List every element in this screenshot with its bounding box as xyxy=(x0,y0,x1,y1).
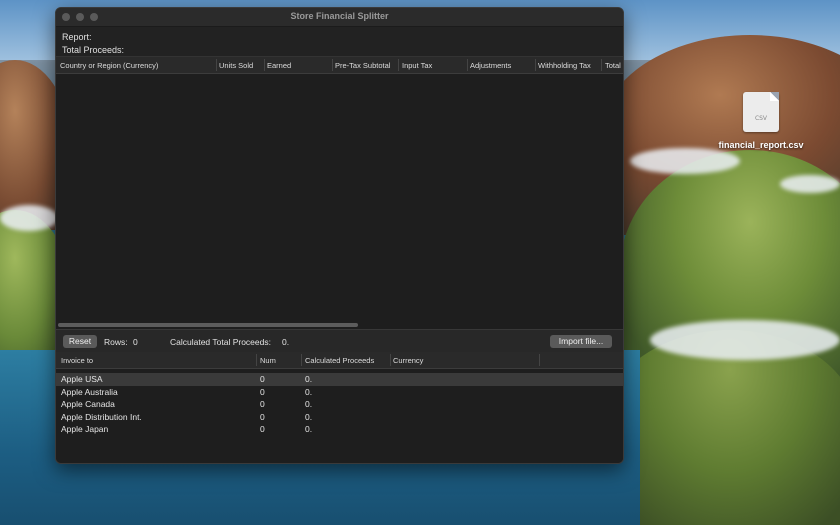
report-label: Report: xyxy=(62,32,92,42)
column-divider[interactable] xyxy=(601,59,602,71)
wallpaper-cloud xyxy=(650,320,840,360)
wallpaper-cloud xyxy=(0,205,58,231)
column-divider[interactable] xyxy=(390,354,391,366)
proceeds-cell: 0. xyxy=(305,424,313,434)
proceeds-cell: 0. xyxy=(305,411,313,422)
column-header-withholding-tax[interactable]: Withholding Tax xyxy=(538,61,591,70)
invoice-row[interactable]: Apple Distribution Int. 0 0. xyxy=(56,411,623,424)
window-title: Store Financial Splitter xyxy=(290,11,389,21)
column-header-num[interactable]: Num xyxy=(260,356,276,365)
invoice-table[interactable]: Invoice to Num Calculated Proceeds Curre… xyxy=(56,352,623,463)
proceeds-cell: 0. xyxy=(305,386,313,397)
import-file-button[interactable]: Import file... xyxy=(550,335,612,348)
rows-count: 0 xyxy=(133,337,138,347)
column-header-adjustments[interactable]: Adjustments xyxy=(470,61,511,70)
csv-file-icon: CSV xyxy=(743,92,779,132)
column-header-invoice-to[interactable]: Invoice to xyxy=(61,356,93,365)
column-divider[interactable] xyxy=(216,59,217,71)
desktop-file-name: financial_report.csv xyxy=(718,140,804,150)
num-cell: 0 xyxy=(260,386,265,397)
column-header-country[interactable]: Country or Region (Currency) xyxy=(60,61,158,70)
column-header-calculated-proceeds[interactable]: Calculated Proceeds xyxy=(305,356,374,365)
column-divider[interactable] xyxy=(467,59,468,71)
calculated-total-label: Calculated Total Proceeds: xyxy=(170,337,271,347)
desktop-file-financial-report[interactable]: CSV financial_report.csv xyxy=(718,90,804,150)
wallpaper-cloud xyxy=(780,175,840,193)
num-cell: 0 xyxy=(260,374,265,384)
horizontal-scrollbar[interactable] xyxy=(58,323,358,327)
column-divider[interactable] xyxy=(332,59,333,71)
invoice-row[interactable]: Apple Australia 0 0. xyxy=(56,386,623,399)
window-titlebar[interactable]: Store Financial Splitter xyxy=(56,8,623,27)
num-cell: 0 xyxy=(260,424,265,434)
column-divider[interactable] xyxy=(256,354,257,366)
invoice-table-header: Invoice to Num Calculated Proceeds Curre… xyxy=(56,352,623,369)
column-divider[interactable] xyxy=(301,354,302,366)
proceeds-cell: 0. xyxy=(305,374,313,384)
num-cell: 0 xyxy=(260,411,265,422)
invoice-row[interactable]: Apple Canada 0 0. xyxy=(56,398,623,411)
column-divider[interactable] xyxy=(535,59,536,71)
column-header-currency[interactable]: Currency xyxy=(393,356,423,365)
column-header-units-sold[interactable]: Units Sold xyxy=(219,61,253,70)
calculated-total-value: 0. xyxy=(282,337,290,347)
num-cell: 0 xyxy=(260,399,265,409)
report-table-header: Country or Region (Currency) Units Sold … xyxy=(56,57,623,74)
column-divider[interactable] xyxy=(398,59,399,71)
column-header-total[interactable]: Total xyxy=(605,61,621,70)
column-divider[interactable] xyxy=(539,354,540,366)
rows-label: Rows: xyxy=(104,337,128,347)
wallpaper-cloud xyxy=(630,148,740,174)
invoice-to-cell: Apple Australia xyxy=(61,386,118,397)
column-header-input-tax[interactable]: Input Tax xyxy=(402,61,432,70)
proceeds-cell: 0. xyxy=(305,399,313,409)
invoice-to-cell: Apple USA xyxy=(61,374,103,384)
invoice-to-cell: Apple Canada xyxy=(61,399,115,409)
invoice-to-cell: Apple Distribution Int. xyxy=(61,411,142,422)
column-header-pre-tax-subtotal[interactable]: Pre-Tax Subtotal xyxy=(335,61,390,70)
column-divider[interactable] xyxy=(264,59,265,71)
invoice-to-cell: Apple Japan xyxy=(61,424,109,434)
column-header-earned[interactable]: Earned xyxy=(267,61,291,70)
reset-button[interactable]: Reset xyxy=(63,335,97,348)
file-icon-text: CSV xyxy=(754,115,768,122)
app-window: Store Financial Splitter Report: Total P… xyxy=(55,7,624,464)
report-table[interactable]: Country or Region (Currency) Units Sold … xyxy=(56,56,623,330)
invoice-row[interactable]: Apple USA 0 0. xyxy=(56,373,623,386)
summary-toolbar: Reset Rows: 0 Calculated Total Proceeds:… xyxy=(56,329,623,353)
invoice-row[interactable]: Apple Japan 0 0. xyxy=(56,423,623,436)
